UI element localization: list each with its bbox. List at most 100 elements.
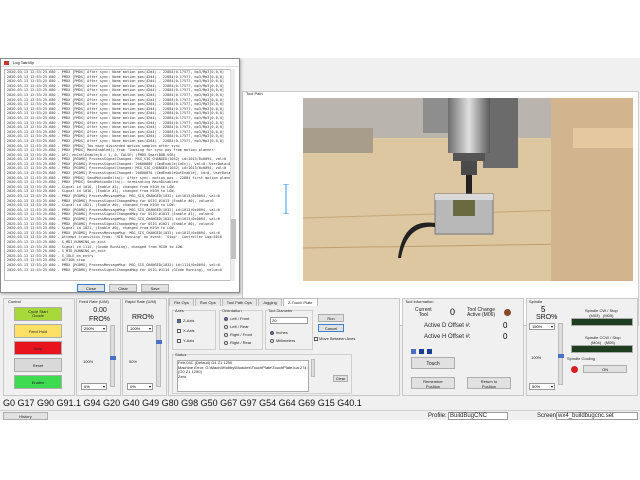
fro-dropdown[interactable]: 250% ▾ [81,325,107,332]
tab-run-ops[interactable]: Run Ops [194,298,221,306]
axes-option[interactable]: Z-Axis [177,316,195,326]
fro-min-value: 0% [84,384,90,389]
tool-change-indicator [504,309,511,316]
log-close-button[interactable]: Close [77,284,105,292]
move-between-row: Move Between Axes [314,336,355,341]
cancel-button[interactable]: Cancel [318,324,344,332]
tool-diameter-group: Tool Diameter 20 Inches Millimeters [265,308,313,350]
log-line: 2020-03-13 12:53:25.680 - PMDX [PMDX] Af… [7,70,225,74]
units-option[interactable]: Millimeters [270,337,295,345]
axes-option[interactable]: Y-Axis [177,336,195,346]
tab-bar: File Ops Run Ops Tool Path Ops Jogging Z-Tou… [169,298,319,306]
fro-slider[interactable] [110,325,116,387]
radio-button[interactable] [224,324,228,329]
rapid-rate-title: Rapid Rate (U/M) [125,299,157,304]
log-scrollbar[interactable] [230,69,236,281]
move-between-checkbox[interactable] [314,336,318,341]
checkbox[interactable] [177,328,181,333]
return-to-position-button[interactable]: Return to Position [467,377,511,389]
fro-dropdown-value: 250% [84,326,95,331]
radio-button[interactable] [270,330,274,335]
touch-button[interactable]: Touch [411,357,455,369]
feed-rate-title: Feed Rate (U/M) [79,299,109,304]
spindle-cooling-on-button[interactable]: ON [583,365,627,373]
history-button[interactable]: History [3,412,48,420]
app-icon [4,61,9,65]
tab-file-ops[interactable]: File Ops [169,298,194,306]
radio-button[interactable] [224,340,228,345]
tab-jogging[interactable]: Jogging [257,298,282,306]
stop-button[interactable]: Stop [14,341,62,355]
run-button[interactable]: Run [318,314,344,322]
orient-option[interactable]: Left / Front [224,315,252,323]
chevron-down-icon: ▾ [102,384,105,389]
active-h-label: Active H Offset #: [424,334,471,340]
sro-slider[interactable] [558,323,564,385]
chevron-down-icon: ▾ [102,326,105,331]
cycle-start-button[interactable]: Cycle Start Gcode [14,307,62,321]
move-between-label: Move Between Axes [319,336,356,341]
log-scroll-thumb[interactable] [231,219,236,259]
orient-option[interactable]: Right / Rear [224,339,252,347]
radio-button[interactable] [224,316,228,321]
log-save-button[interactable]: Save [141,284,169,292]
axes-option[interactable]: X-Axis [177,326,195,336]
sro-dropdown[interactable]: 150% ▾ [529,323,555,330]
orient-option[interactable]: Right / Front [224,331,252,339]
axis-indicator [283,183,289,215]
tool-change-label: Tool Change Active (M06) [467,307,496,318]
spindle-cw-button[interactable] [571,318,633,326]
checkbox[interactable] [177,338,181,343]
axes-list: Z-Axis X-Axis Y-Axis [177,316,195,346]
orient-option[interactable]: Left / Rear [224,323,252,331]
status-clear-button[interactable]: Clear [333,375,348,382]
mach4-window: Tool Path Log Tab:Mp 2020-03-13 12:53:25… [0,58,640,420]
tool-info-panel: Tool Information Current Tool 0 Tool Cha… [402,298,524,396]
reset-button[interactable]: Reset [14,358,62,372]
log-title-bar[interactable]: Log Tab:Mp [1,59,239,67]
units-option[interactable]: Inches [270,329,295,337]
tool-diameter-input[interactable]: 20 [270,317,308,324]
status-bar: History Profile: BuildBugCNC Screen: wx4… [0,410,640,420]
enable-button[interactable]: Enable [14,375,62,389]
tab-tool-path-ops[interactable]: Tool Path Ops [221,298,257,306]
spindle-ccw-button[interactable] [571,345,633,353]
option-label: Inches [276,330,288,335]
rro-label: RRO% [132,314,154,321]
axes-label: Axes [175,308,184,313]
rro-min-dropdown[interactable]: 0% ▾ [127,383,153,390]
fro-slider-thumb[interactable] [110,356,116,360]
rro-slider[interactable] [156,325,162,387]
feed-hold-button[interactable]: Feed Hold [14,324,62,338]
tabs-panel: File Ops Run Ops Tool Path Ops Jogging Z-Tou… [168,298,400,396]
control-title: Control [8,299,21,304]
active-d-value: 0 [503,321,508,330]
sro-dropdown-value: 150% [532,324,543,329]
radio-button[interactable] [270,338,274,343]
current-tool-value: 0 [450,307,456,317]
indicator-square-2 [419,349,424,354]
sro-percent: 100% [531,355,542,360]
rro-slider-thumb[interactable] [156,340,162,344]
remember-position-button[interactable]: Remember Position [411,377,455,389]
tab-z-touch-plate[interactable]: Z-Touch Plate [282,298,318,306]
status-group: Status Feb-04C (Default) G4 Z1 1250 Mach… [172,352,352,394]
log-window[interactable]: Log Tab:Mp 2020-03-13 12:53:25.680 - PMD… [0,58,240,293]
spindle-panel: Spindle 5 SRO% 150% ▾ 100% 50% ▾ Spindle C… [526,298,638,396]
profile-label: Profile: [428,413,447,419]
log-title: Log Tab:Mp [13,60,34,65]
sro-min-dropdown[interactable]: 50% ▾ [529,383,555,390]
camera-video [303,98,633,281]
option-label: Left / Front [230,316,250,321]
checkbox[interactable] [177,318,181,323]
fro-min-dropdown[interactable]: 0% ▾ [81,383,107,390]
sro-slider-thumb[interactable] [558,354,564,358]
toolpath-label: Tool Path [246,91,263,96]
radio-button[interactable] [224,332,228,337]
chevron-down-icon: ▾ [148,326,151,331]
log-line: 2020-03-13 12:53:25.680 - PMDX [RG0MG] P… [7,217,220,221]
log-text-area[interactable]: 2020-03-13 12:53:25.680 - PMDX [PMDX] Af… [4,69,232,281]
status-scrollbar[interactable] [311,359,315,377]
log-clear-button[interactable]: Clear [109,284,137,292]
rro-dropdown[interactable]: 100% ▾ [127,325,153,332]
